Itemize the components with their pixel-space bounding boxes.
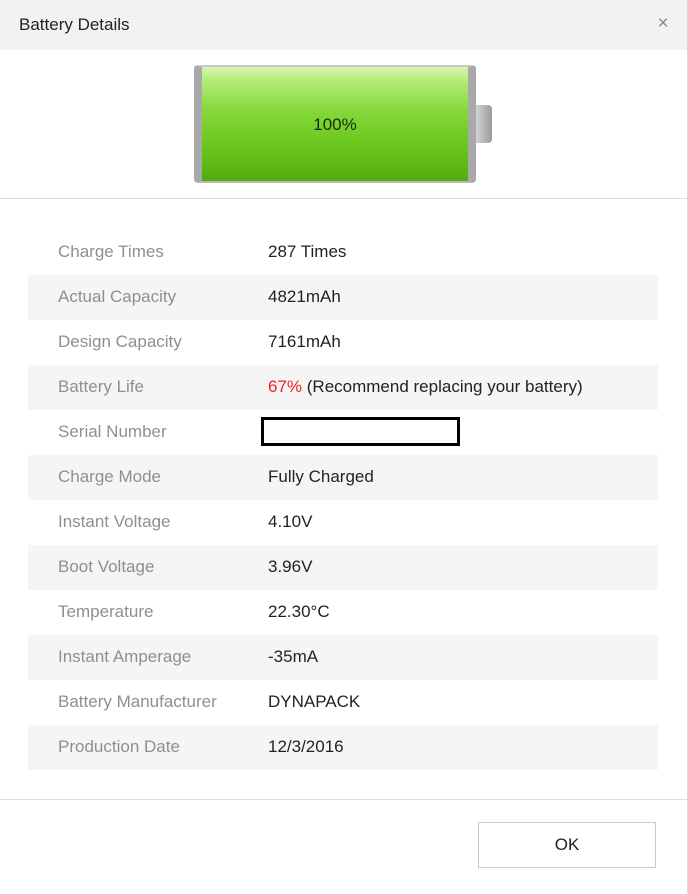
detail-label: Design Capacity	[58, 332, 182, 351]
detail-value: 4821mAh	[268, 287, 341, 306]
detail-label: Actual Capacity	[58, 287, 177, 306]
battery-icon: 100%	[194, 65, 476, 183]
detail-label: Battery Manufacturer	[58, 692, 217, 711]
detail-row-charge-mode: Charge Mode Fully Charged	[28, 455, 658, 500]
detail-label: Charge Mode	[58, 467, 162, 486]
title-bar: Battery Details ×	[0, 0, 687, 50]
detail-label: Boot Voltage	[58, 557, 155, 576]
detail-value: 67% (Recommend replacing your battery)	[268, 377, 583, 397]
detail-value: -35mA	[268, 647, 319, 666]
detail-label: Temperature	[58, 602, 154, 621]
detail-row-charge-times: Charge Times 287 Times	[28, 230, 658, 275]
battery-graphic: 100%	[0, 50, 687, 199]
detail-label: Instant Voltage	[58, 512, 171, 531]
detail-row-instant-amperage: Instant Amperage -35mA	[28, 635, 658, 680]
detail-row-boot-voltage: Boot Voltage 3.96V	[28, 545, 658, 590]
battery-terminal	[476, 105, 492, 143]
detail-row-instant-voltage: Instant Voltage 4.10V	[28, 500, 658, 545]
detail-value: 4.10V	[268, 512, 313, 531]
detail-value: 22.30°C	[268, 602, 330, 621]
detail-value: Fully Charged	[268, 467, 374, 486]
battery-life-percent: 67%	[268, 377, 303, 396]
redaction-box	[261, 417, 460, 446]
detail-value: 7161mAh	[268, 332, 341, 351]
detail-value: DYNAPACK	[268, 692, 361, 711]
detail-value: 3.96V	[268, 557, 313, 576]
detail-label: Serial Number	[58, 422, 167, 441]
battery-level-label: 100%	[313, 115, 357, 134]
detail-row-battery-life: Battery Life 67% (Recommend replacing yo…	[28, 365, 658, 410]
detail-value: 12/3/2016	[268, 737, 344, 756]
battery-life-note: (Recommend replacing your battery)	[302, 377, 583, 396]
detail-row-actual-capacity: Actual Capacity 4821mAh	[28, 275, 658, 320]
detail-row-temperature: Temperature 22.30°C	[28, 590, 658, 635]
detail-value: 287 Times	[268, 242, 347, 261]
battery-details-dialog: Battery Details × 100% Charge Times 287 …	[0, 0, 688, 894]
dialog-footer: OK	[0, 799, 687, 894]
battery-details-table: Charge Times 287 Times Actual Capacity 4…	[28, 230, 658, 770]
ok-button[interactable]: OK	[478, 822, 656, 868]
detail-label: Charge Times	[58, 242, 164, 261]
detail-row-production-date: Production Date 12/3/2016	[28, 725, 658, 770]
detail-label: Battery Life	[58, 377, 144, 396]
close-icon[interactable]: ×	[653, 14, 673, 34]
dialog-title: Battery Details	[19, 15, 130, 34]
detail-row-battery-manufacturer: Battery Manufacturer DYNAPACK	[28, 680, 658, 725]
detail-label: Instant Amperage	[58, 647, 192, 666]
detail-label: Production Date	[58, 737, 180, 756]
detail-row-design-capacity: Design Capacity 7161mAh	[28, 320, 658, 365]
